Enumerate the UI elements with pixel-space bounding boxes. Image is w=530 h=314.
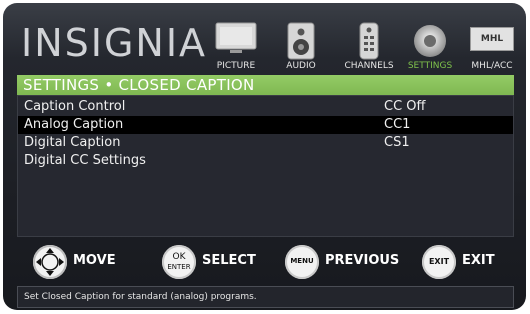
ok-enter-icon: OK ENTER bbox=[162, 245, 196, 279]
menu-key-icon: MENU bbox=[285, 245, 319, 279]
menu-item-settings[interactable]: SETTINGS bbox=[399, 17, 461, 73]
menu-label-audio: AUDIO bbox=[286, 61, 316, 71]
list-item-digital-caption[interactable]: Digital Caption CS1 bbox=[18, 134, 513, 152]
menu-label-channels: CHANNELS bbox=[344, 61, 394, 71]
select-label: SELECT bbox=[202, 253, 256, 268]
exit-label: EXIT bbox=[462, 253, 495, 268]
item-value: CC1 bbox=[384, 117, 411, 132]
ok-key-text: OK bbox=[172, 252, 186, 262]
menu-item-picture[interactable]: PICTURE bbox=[205, 17, 267, 73]
list-item-digital-cc-settings[interactable]: Digital CC Settings bbox=[18, 152, 513, 170]
remote-icon bbox=[357, 21, 381, 65]
mhl-icon: MHL bbox=[470, 27, 514, 51]
speaker-icon bbox=[286, 21, 316, 65]
item-label: Analog Caption bbox=[24, 117, 124, 132]
brand-logo: INSIGNIA bbox=[21, 21, 208, 65]
list-item-caption-control[interactable]: Caption Control CC Off bbox=[18, 98, 513, 116]
move-label: MOVE bbox=[73, 253, 116, 268]
item-label: Caption Control bbox=[24, 99, 126, 114]
tv-icon bbox=[214, 21, 258, 61]
menu-item-mhl-acc[interactable]: MHL MHL/ACC bbox=[461, 17, 523, 73]
tv-menu-panel: INSIGNIA PICTURE AUDIO CHANNELS SETTINGS… bbox=[3, 3, 526, 310]
exit-key-icon: EXIT bbox=[422, 245, 456, 279]
exit-key-text: EXIT bbox=[428, 257, 450, 266]
menu-item-channels[interactable]: CHANNELS bbox=[338, 17, 400, 73]
list-item-analog-caption[interactable]: Analog Caption CC1 bbox=[18, 116, 513, 134]
item-label: Digital Caption bbox=[24, 135, 121, 150]
menu-label-settings: SETTINGS bbox=[407, 61, 453, 71]
dpad-icon bbox=[33, 245, 67, 279]
enter-key-text: ENTER bbox=[167, 263, 191, 271]
gear-icon bbox=[410, 21, 450, 65]
menu-label-picture: PICTURE bbox=[216, 61, 256, 71]
menu-label-mhl-acc: MHL/ACC bbox=[471, 61, 513, 71]
footer-button-bar: MOVE OK ENTER SELECT MENU PREVIOUS EXIT … bbox=[17, 239, 514, 287]
settings-list: Caption Control CC Off Analog Caption CC… bbox=[17, 95, 514, 237]
page-title: SETTINGS • CLOSED CAPTION bbox=[17, 75, 514, 95]
previous-label: PREVIOUS bbox=[325, 253, 400, 268]
status-bar: Set Closed Caption for standard (analog)… bbox=[17, 286, 514, 308]
item-value: CC Off bbox=[384, 99, 426, 114]
menu-key-text: MENU bbox=[290, 257, 314, 265]
menu-item-audio[interactable]: AUDIO bbox=[270, 17, 332, 73]
item-value: CS1 bbox=[384, 135, 410, 150]
item-label: Digital CC Settings bbox=[24, 153, 146, 168]
